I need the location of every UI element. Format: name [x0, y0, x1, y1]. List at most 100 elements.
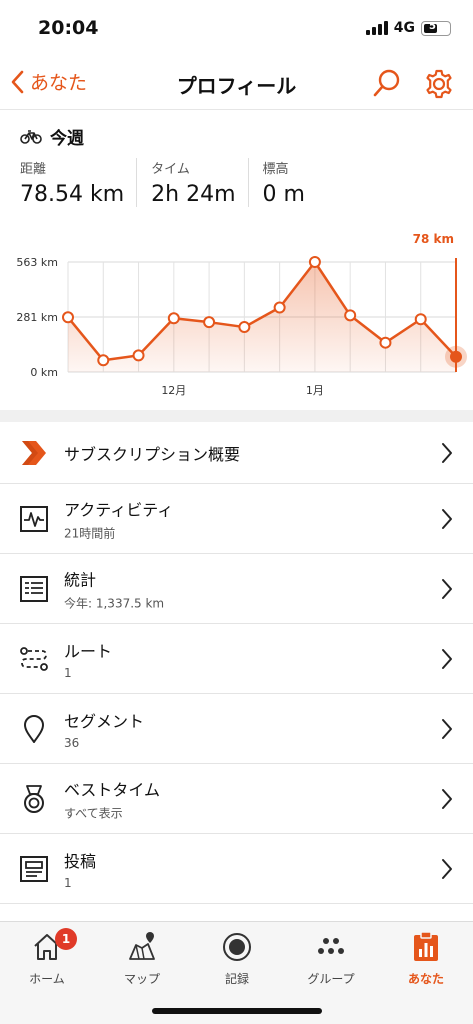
weekly-distance-chart[interactable]: 563 km 281 km 0 km 78 km 12月 1月	[0, 224, 473, 404]
list-item-title: サブスクリプション概要	[64, 444, 241, 464]
segment-pin-icon	[18, 713, 50, 745]
home-icon	[0, 930, 94, 964]
chevron-right-icon	[442, 788, 452, 809]
list-item-segments[interactable]: セグメント 36	[0, 694, 473, 764]
post-icon	[18, 853, 50, 885]
tab-home[interactable]: 1 ホーム	[0, 928, 94, 987]
data-point	[238, 321, 251, 334]
activity-icon	[18, 503, 50, 535]
battery-level: 51	[429, 20, 443, 32]
medal-icon	[18, 783, 50, 815]
y-tick-label: 0 km	[30, 366, 58, 379]
weekly-stats: 距離 78.54 km タイム 2h 24m 標高 0 m	[20, 158, 331, 207]
list-item-subtitle: 1	[64, 665, 72, 680]
stat-value: 2h 24m	[151, 182, 236, 207]
list-item-text: アクティビティ 21時間前	[64, 496, 173, 541]
data-point	[308, 256, 321, 268]
list-item-title: ベストタイム	[64, 780, 161, 799]
list-item-title: アクティビティ	[64, 500, 174, 519]
you-icon	[379, 930, 473, 964]
route-icon	[18, 643, 50, 675]
status-indicators: 4G 51	[365, 20, 451, 36]
stat-value: 0 m	[262, 182, 305, 207]
subscription-chevron-icon	[18, 437, 50, 469]
stats-icon	[18, 573, 50, 605]
list-item-subtitle: 21時間前	[64, 526, 116, 540]
list-item-subtitle: 今年: 1,337.5 km	[64, 596, 165, 610]
data-point-current	[450, 350, 462, 363]
list-item-subscription[interactable]: サブスクリプション概要	[0, 422, 473, 484]
status-bar: 20:04 4G 51	[0, 0, 473, 56]
tab-you[interactable]: あなた	[379, 930, 473, 987]
list-item-posts[interactable]: 投稿 1	[0, 834, 473, 904]
stat-elevation: 標高 0 m	[263, 158, 317, 207]
tab-record[interactable]: 記録	[190, 930, 284, 987]
x-tick-label: 1月	[306, 384, 324, 397]
stat-time: タイム 2h 24m	[151, 158, 249, 207]
stat-label: タイム	[151, 162, 190, 177]
notification-badge: 1	[55, 928, 77, 950]
stat-distance: 距離 78.54 km	[20, 158, 138, 207]
list-item-title: 統計	[64, 570, 97, 589]
chevron-right-icon	[442, 718, 452, 739]
settings-button[interactable]	[423, 68, 455, 104]
week-title: 今週	[50, 129, 84, 149]
search-icon	[373, 69, 400, 97]
data-point	[273, 301, 286, 314]
chart-svg: 563 km 281 km 0 km 78 km 12月 1月	[16, 232, 467, 397]
x-tick-label: 12月	[161, 384, 186, 397]
list-item-text: 統計 今年: 1,337.5 km	[64, 566, 164, 611]
bike-icon	[20, 129, 42, 144]
stat-label: 距離	[20, 162, 47, 177]
stat-value: 78.54 km	[20, 182, 125, 207]
status-time: 20:04	[38, 17, 99, 39]
profile-menu-list: サブスクリプション概要 アクティビティ 21時間前 統計 今年: 1,337.5…	[0, 422, 473, 904]
data-point	[414, 313, 427, 326]
chevron-right-icon	[442, 578, 452, 599]
data-point	[344, 309, 357, 322]
list-item-subtitle: すべて表示	[64, 806, 123, 820]
chevron-right-icon	[442, 442, 452, 463]
list-item-text: 投稿 1	[64, 848, 96, 890]
record-icon	[190, 930, 284, 964]
map-icon	[95, 930, 189, 964]
y-tick-label: 563 km	[16, 256, 58, 269]
list-item-title: セグメント	[64, 711, 145, 731]
list-item-text: ルート 1	[64, 638, 112, 680]
signal-icon	[365, 21, 388, 35]
network-type: 4G	[393, 20, 415, 36]
tab-map[interactable]: マップ	[95, 930, 189, 987]
tab-label: 記録	[224, 972, 249, 986]
gear-icon	[426, 69, 452, 99]
tab-label: ホーム	[29, 972, 65, 986]
list-item-activity[interactable]: アクティビティ 21時間前	[0, 484, 473, 554]
section-divider	[0, 410, 473, 422]
list-item-text: サブスクリプション概要	[64, 441, 240, 465]
list-item-routes[interactable]: ルート 1	[0, 624, 473, 694]
group-icon	[284, 930, 378, 964]
list-item-text: セグメント 36	[64, 708, 144, 750]
home-indicator	[152, 1008, 322, 1014]
page-title: プロフィール	[176, 74, 297, 98]
tab-label: マップ	[123, 972, 160, 986]
y-tick-label: 281 km	[16, 311, 58, 324]
weekly-header: 今週	[20, 124, 84, 149]
list-item-best-efforts[interactable]: ベストタイム すべて表示	[0, 764, 473, 834]
list-item-title: 投稿	[64, 851, 97, 871]
data-point	[167, 312, 180, 325]
nav-bar: あなた プロフィール	[0, 56, 473, 110]
chevron-right-icon	[442, 508, 452, 529]
tab-groups[interactable]: グループ	[284, 930, 378, 987]
current-value-label: 78 km	[413, 232, 454, 246]
data-point	[203, 316, 216, 329]
list-item-stats[interactable]: 統計 今年: 1,337.5 km	[0, 554, 473, 624]
search-button[interactable]	[372, 68, 402, 104]
list-item-subtitle: 36	[64, 735, 80, 750]
data-point	[132, 349, 145, 362]
stat-label: 標高	[262, 162, 289, 177]
list-item-text: ベストタイム すべて表示	[64, 776, 160, 821]
data-point	[379, 336, 392, 349]
list-item-title: ルート	[64, 641, 113, 661]
tab-label: グループ	[307, 972, 355, 986]
data-point	[62, 311, 74, 324]
